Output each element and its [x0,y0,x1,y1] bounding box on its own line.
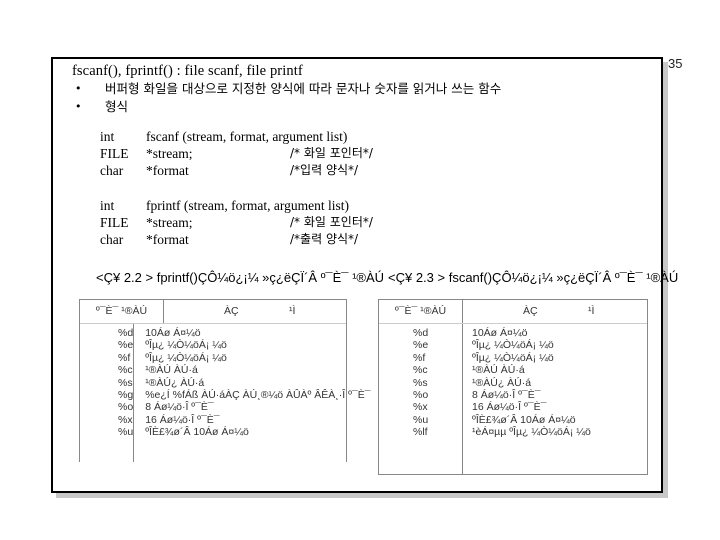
bullet-text: 형식 [105,99,129,114]
conversion-spec-cell: %g [118,388,134,401]
conversion-desc-cell: ¹®ÀÚ ÀÚ·á [472,364,525,377]
conversion-desc-cell: ºÎµ¿ ¼Ò¼öÁ¡ ¼ö [472,351,554,364]
bullet-text: 버퍼형 화일을 대상으로 지정한 양식에 따라 문자나 숫자를 읽거나 쓰는 함… [105,81,502,96]
code-decl: *format [146,163,189,178]
code-comment: /* 화일 포인터*/ [290,146,373,160]
code-comment: /* 화일 포인터*/ [290,215,373,229]
conversion-spec-cell: %d [413,327,429,339]
code-type: int [100,129,115,144]
code-row: char *format /*입력 양식*/ [100,162,373,179]
code-decl: fscanf (stream, format, argument list) [146,129,348,144]
conversion-desc-cell: 10Áø Á¤¼ö [145,327,201,339]
conversion-desc-cell: 8 Áø¼ö·Î º¯È¯ [472,388,541,401]
bullet-item: • 형식 [72,98,501,116]
conversion-desc-cell: 8 Áø¼ö·Î º¯È¯ [145,401,214,414]
code-row: char *format /*출력 양식*/ [100,231,373,248]
spec-column: %d %e %f %c %s %o %x %u %lf [379,324,463,474]
header-conversion-char: º¯È¯ ¹®ÀÚ [379,300,463,323]
code-row: FILE *stream; /* 화일 포인터*/ [100,214,373,231]
table-caption-fscanf: <Ç¥ 2.3 > fscanf()ÇÔ¼ö¿¡¼ »ç¿ëÇÏ´Â º¯È¯ … [388,270,679,285]
conversion-spec-cell: %f [118,351,131,364]
header-meaning-2: ¹Ì [289,305,296,317]
conversion-spec-cell: %x [118,413,133,426]
code-type: FILE [100,215,129,230]
header-meaning-1: ÀÇ [523,305,538,317]
code-comment: /*출력 양식*/ [290,232,359,246]
conversion-spec-cell: %u [118,426,134,439]
header-meaning: ÀÇ ¹Ì [164,300,346,323]
desc-column: 10Áø Á¤¼ö ºÎµ¿ ¼Ò¼öÁ¡ ¼ö ºÎµ¿ ¼Ò¼öÁ¡ ¼ö ¹®À… [134,324,370,462]
code-decl: *stream; [146,215,193,230]
conversion-spec-cell: %c [413,364,428,377]
desc-column: 10Áø Á¤¼ö ºÎµ¿ ¼Ò¼öÁ¡ ¼ö ºÎµ¿ ¼Ò¼öÁ¡ ¼ö ¹®À… [463,324,647,474]
conversion-desc-cell: %e¿Í %fÁß ÀÚ·áÀÇ ÀÚ¸®¼ö ÀÛÀº ÂÊÀ¸·Î º¯È¯ [145,388,371,401]
code-type: char [100,232,124,247]
code-row: int fscanf (stream, format, argument lis… [100,128,373,145]
page-number: 35 [668,56,683,71]
conversion-spec-cell: %c [118,364,133,377]
table-caption-fprintf: <Ç¥ 2.2 > fprintf()ÇÔ¼ö¿¡¼ »ç¿ëÇÏ´Â º¯È¯… [96,270,385,285]
conversion-spec-cell: %o [118,401,134,414]
conversion-spec-cell: %x [413,401,428,414]
conversion-desc-cell: 10Áø Á¤¼ö [472,327,528,339]
conversion-desc-cell: ºÎµ¿ ¼Ò¼öÁ¡ ¼ö [472,339,554,352]
bullet-icon: • [75,82,82,95]
conversion-desc-cell: 16 Áø¼ö·Î º¯È¯ [472,401,547,414]
conversion-spec-cell: %u [413,413,429,426]
bullet-list: • 버퍼형 화일을 대상으로 지정한 양식에 따라 문자나 숫자를 읽거나 쓰는… [72,80,501,116]
header-meaning: ÀÇ ¹Ì [463,300,647,323]
conversion-spec-cell: %d [118,327,134,339]
table-header: º¯È¯ ¹®ÀÚ ÀÇ ¹Ì [80,300,346,324]
code-row: int fprintf (stream, format, argument li… [100,197,373,214]
conversion-spec-cell: %e [118,339,134,352]
slide-title: fscanf(), fprintf() : file scanf, file p… [72,63,303,79]
code-decl: fprintf (stream, format, argument list) [146,198,349,213]
table-body: %d %e %f %c %s %g %o %x %u 10Áø Á¤¼ö ºÎµ¿ ¼Ò¼öÁ¡ … [80,324,371,462]
conversion-desc-cell: ¹èÁ¤µµ ºÎµ¿ ¼Ò¼öÁ¡ ¼ö [472,426,591,439]
header-meaning-1: ÀÇ [224,305,239,317]
header-meaning-2: ¹Ì [588,305,595,317]
code-decl: *stream; [146,146,193,161]
conversion-spec-cell: %s [118,376,133,389]
conversion-desc-cell: 16 Áø¼ö·Î º¯È¯ [145,413,220,426]
fscanf-signature: int fscanf (stream, format, argument lis… [100,128,373,179]
conversion-spec-cell: %e [413,339,429,352]
table-body: %d %e %f %c %s %o %x %u %lf 10Áø Á¤¼ö ºÎµ¿ ¼Ò¼öÁ¡… [379,324,647,474]
bullet-icon: • [75,100,82,113]
table-header: º¯È¯ ¹®ÀÚ ÀÇ ¹Ì [379,300,647,324]
fprintf-signature: int fprintf (stream, format, argument li… [100,197,373,248]
conversion-desc-cell: ºÎµ¿ ¼Ò¼öÁ¡ ¼ö [145,351,227,364]
conversion-desc-cell: ºÎÈ£¾ø´Â 10Áø Á¤¼ö [472,413,576,426]
code-comment: /*입력 양식*/ [290,163,359,177]
conversion-spec-cell: %f [413,351,426,364]
code-type: FILE [100,146,129,161]
conversion-desc-cell: ¹®ÀÚ¿­ ÀÚ·á [145,376,205,389]
spec-column: %d %e %f %c %s %g %o %x %u [80,324,135,462]
conversion-spec-cell: %s [413,376,428,389]
conversion-spec-cell: %o [413,388,429,401]
conversion-desc-cell: ºÎµ¿ ¼Ò¼öÁ¡ ¼ö [145,339,227,352]
header-conversion-char: º¯È¯ ¹®ÀÚ [80,300,164,323]
code-type: int [100,198,115,213]
fscanf-conversion-table: º¯È¯ ¹®ÀÚ ÀÇ ¹Ì %d %e %f %c %s %o %x %u %lf 10Áø… [378,299,648,475]
code-type: char [100,163,124,178]
conversion-desc-cell: ºÎÈ£¾ø´Â 10Áø Á¤¼ö [145,426,249,439]
code-row: FILE *stream; /* 화일 포인터*/ [100,145,373,162]
bullet-item: • 버퍼형 화일을 대상으로 지정한 양식에 따라 문자나 숫자를 읽거나 쓰는… [72,80,501,98]
fprintf-conversion-table: º¯È¯ ¹®ÀÚ ÀÇ ¹Ì %d %e %f %c %s %g %o %x %u 10Áø … [79,299,371,462]
conversion-desc-cell: ¹®ÀÚ¿­ ÀÚ·á [472,376,532,389]
conversion-spec-cell: %lf [413,426,428,439]
conversion-desc-cell: ¹®ÀÚ ÀÚ·á [145,364,198,377]
code-decl: *format [146,232,189,247]
